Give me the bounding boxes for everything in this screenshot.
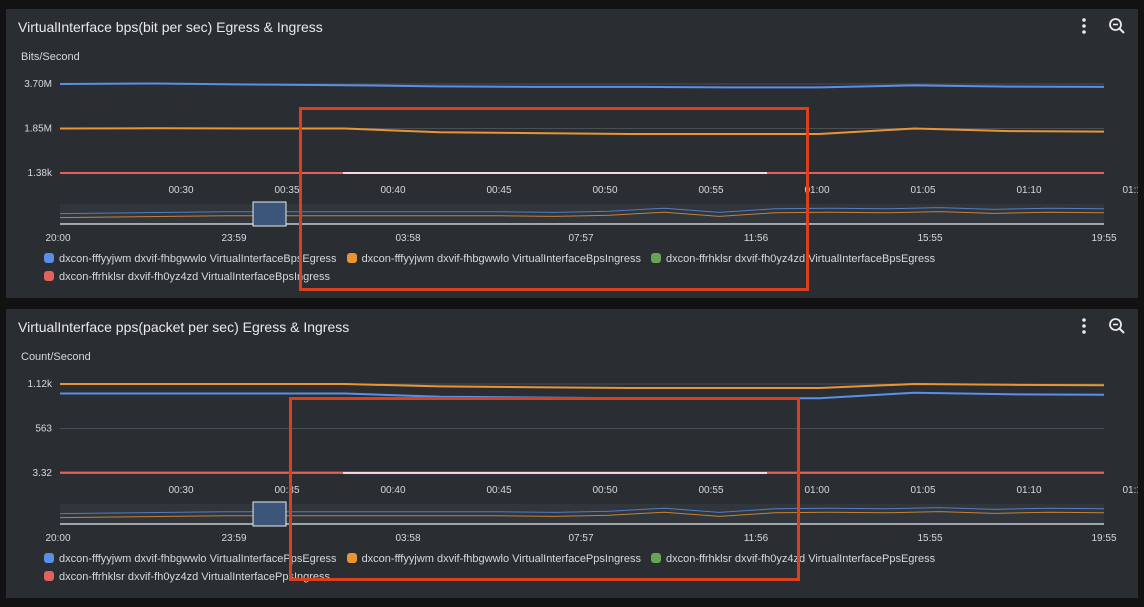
legend-item[interactable]: dxcon-ffrhklsr dxvif-fh0yz4zd VirtualInt… — [650, 253, 936, 265]
navigator-tick-label: 03:58 — [395, 533, 420, 544]
x-tick-label: 00:35 — [274, 485, 299, 496]
x-tick-label: 01:10 — [1016, 185, 1041, 196]
legend-row: dxcon-ffrhklsr dxvif-fh0yz4zd VirtualInt… — [44, 571, 945, 589]
series-line — [59, 127, 1105, 135]
legend-item[interactable]: dxcon-ffrhklsr dxvif-fh0yz4zd VirtualInt… — [650, 553, 936, 565]
pps-chart-panel: VirtualInterface pps(packet per sec) Egr… — [6, 309, 1138, 598]
pps-line-chart: 1.12k 563 3.32 00:30 00:35 00:40 00:45 00:50 00:… — [28, 379, 1138, 544]
navigator-track — [60, 504, 1104, 524]
legend-row: dxcon-fffyyjwm dxvif-fhbgwwlo VirtualInt… — [44, 553, 945, 571]
navigator-tick-label: 11:56 — [744, 533, 769, 544]
legend-item[interactable]: dxcon-ffrhklsr dxvif-fh0yz4zd VirtualInt… — [44, 271, 330, 283]
x-tick-label: 00:40 — [380, 485, 405, 496]
legend-item[interactable]: dxcon-fffyyjwm dxvif-fhbgwwlo VirtualInt… — [346, 553, 641, 565]
navigator-window-handle — [252, 201, 287, 227]
navigator-tick-label: 23:59 — [221, 233, 246, 244]
chart-legend: dxcon-fffyyjwm dxvif-fhbgwwlo VirtualInt… — [44, 553, 945, 589]
legend-label: dxcon-ffrhklsr dxvif-fh0yz4zd VirtualInt… — [59, 571, 331, 583]
navigator-tick-label: 19:55 — [1091, 233, 1116, 244]
x-tick-label: 00:30 — [168, 185, 193, 196]
x-tick-label: 01:15 — [1122, 485, 1138, 496]
y-tick-label: 563 — [35, 424, 52, 435]
legend-label: dxcon-fffyyjwm dxvif-fhbgwwlo VirtualInt… — [59, 253, 337, 265]
legend-item[interactable]: dxcon-ffrhklsr dxvif-fh0yz4zd VirtualInt… — [44, 571, 330, 583]
x-tick-label: 00:50 — [592, 485, 617, 496]
x-tick-label: 01:15 — [1122, 185, 1138, 196]
legend-label: dxcon-ffrhklsr dxvif-fh0yz4zd VirtualInt… — [665, 553, 936, 565]
legend-swatch — [346, 553, 357, 563]
legend-swatch — [44, 253, 54, 263]
x-tick-label: 00:50 — [592, 185, 617, 196]
y-tick-label: 1.38k — [28, 168, 53, 179]
series-line — [60, 382, 1105, 389]
x-tick-label: 01:00 — [804, 185, 829, 196]
x-tick-label: 00:40 — [380, 185, 405, 196]
y-tick-label: 1.12k — [28, 379, 53, 390]
legend-swatch — [44, 271, 54, 281]
navigator-track — [60, 204, 1104, 224]
x-tick-label: 00:55 — [698, 185, 723, 196]
navigator-tick-label: 07:57 — [568, 533, 593, 544]
navigator-tick-label: 19:55 — [1091, 533, 1116, 544]
legend-row: dxcon-fffyyjwm dxvif-fhbgwwlo VirtualInt… — [44, 253, 945, 271]
navigator-tick-label: 11:56 — [744, 233, 769, 244]
legend-swatch — [650, 253, 661, 263]
series-line — [60, 391, 1105, 400]
x-tick-label: 00:30 — [168, 485, 193, 496]
y-tick-label: 1.85M — [24, 124, 52, 135]
x-tick-label: 00:45 — [486, 485, 511, 496]
x-tick-label: 00:45 — [486, 185, 511, 196]
x-tick-label: 01:00 — [804, 485, 829, 496]
legend-item[interactable]: dxcon-fffyyjwm dxvif-fhbgwwlo VirtualInt… — [346, 253, 641, 265]
legend-swatch — [346, 253, 357, 263]
y-tick-label: 3.70M — [24, 79, 52, 90]
legend-swatch — [44, 553, 54, 563]
legend-label: dxcon-fffyyjwm dxvif-fhbgwwlo VirtualInt… — [361, 553, 641, 565]
legend-row: dxcon-ffrhklsr dxvif-fh0yz4zd VirtualInt… — [44, 271, 945, 289]
legend-swatch — [44, 571, 54, 581]
navigator-tick-label: 15:55 — [917, 233, 942, 244]
legend-label: dxcon-fffyyjwm dxvif-fhbgwwlo VirtualInt… — [59, 553, 337, 565]
navigator-tick-label: 23:59 — [221, 533, 246, 544]
navigator-tick-label: 20:00 — [45, 233, 70, 244]
x-tick-label: 01:05 — [910, 485, 935, 496]
navigator-tick-label: 07:57 — [568, 233, 593, 244]
x-tick-label: 01:05 — [910, 185, 935, 196]
legend-label: dxcon-ffrhklsr dxvif-fh0yz4zd VirtualInt… — [59, 271, 331, 283]
legend-item[interactable]: dxcon-fffyyjwm dxvif-fhbgwwlo VirtualInt… — [44, 553, 337, 565]
bps-line-chart: 3.70M 1.85M 1.38k 00:30 00:35 00:40 00:45 00:50… — [24, 79, 1138, 244]
y-tick-label: 3.32 — [33, 468, 53, 479]
bps-chart-panel: VirtualInterface bps(bit per sec) Egress… — [6, 9, 1138, 298]
x-tick-label: 00:35 — [274, 185, 299, 196]
navigator-tick-label: 20:00 — [45, 533, 70, 544]
legend-item[interactable]: dxcon-fffyyjwm dxvif-fhbgwwlo VirtualInt… — [44, 253, 337, 265]
navigator-tick-label: 03:58 — [395, 233, 420, 244]
chart-legend: dxcon-fffyyjwm dxvif-fhbgwwlo VirtualInt… — [44, 253, 945, 289]
legend-label: dxcon-ffrhklsr dxvif-fh0yz4zd VirtualInt… — [665, 253, 936, 265]
x-tick-label: 00:55 — [698, 485, 723, 496]
legend-label: dxcon-fffyyjwm dxvif-fhbgwwlo VirtualInt… — [361, 253, 641, 265]
x-tick-label: 01:10 — [1016, 485, 1041, 496]
legend-swatch — [650, 553, 661, 563]
navigator-tick-label: 15:55 — [917, 533, 942, 544]
navigator-window-handle — [252, 501, 287, 527]
